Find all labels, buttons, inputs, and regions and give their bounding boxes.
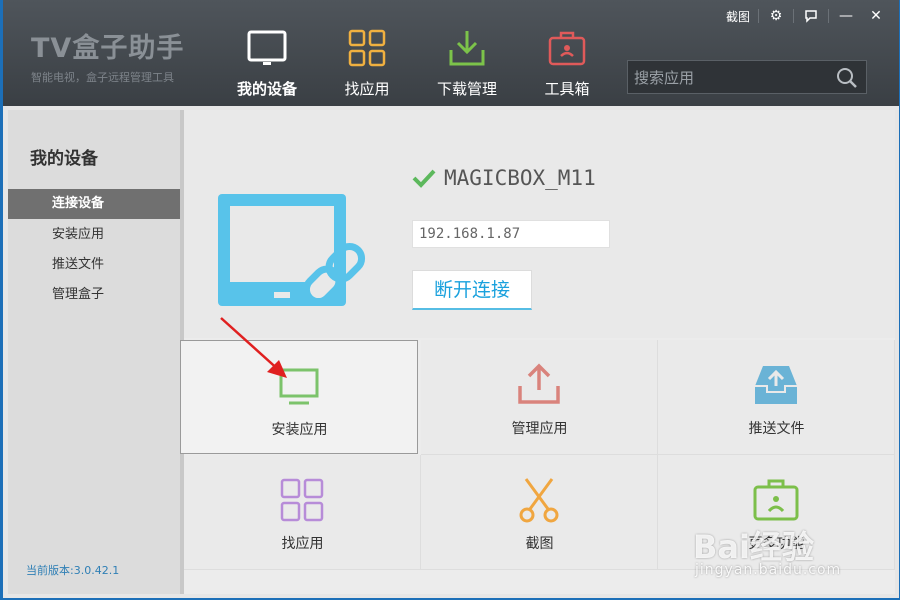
separator xyxy=(828,9,829,23)
annotation-arrow-icon xyxy=(220,317,287,378)
nav-find-apps[interactable]: 找应用 xyxy=(317,28,417,99)
sidebar-item-push-file[interactable]: 推送文件 xyxy=(8,250,180,280)
tile-label: 管理应用 xyxy=(511,421,568,437)
sidebar-item-connect-device[interactable]: 连接设备 xyxy=(8,189,180,219)
close-icon[interactable]: ✕ xyxy=(863,6,889,26)
sidebar: 我的设备 连接设备 安装应用 推送文件 管理盒子 当前版本:3.0.42.1 xyxy=(8,110,184,594)
device-name: MAGICBOX_M11 xyxy=(412,166,596,190)
nav-download-manager[interactable]: 下载管理 xyxy=(417,28,517,99)
baidu-watermark: Bai经验 jingyan.baidu.com xyxy=(693,518,893,598)
tile-manage-apps[interactable]: 管理应用 xyxy=(421,340,658,455)
inbox-upload-icon xyxy=(755,366,797,404)
sidebar-item-install-app[interactable]: 安装应用 xyxy=(8,220,180,250)
device-name-text: MAGICBOX_M11 xyxy=(444,166,596,190)
check-icon xyxy=(412,169,436,188)
tv-icon xyxy=(247,30,287,65)
device-ip: 192.168.1.87 xyxy=(412,220,610,248)
search-box xyxy=(627,60,867,94)
logo-subtitle: 智能电视，盒子远程管理工具 xyxy=(31,71,174,84)
feedback-icon[interactable] xyxy=(798,6,824,26)
disconnect-button[interactable]: 断开连接 xyxy=(412,270,532,310)
sidebar-title: 我的设备 xyxy=(30,149,98,169)
nav-toolbox[interactable]: 工具箱 xyxy=(517,28,617,99)
tile-screenshot[interactable]: 截图 xyxy=(421,455,658,570)
minimize-icon[interactable]: — xyxy=(833,6,859,26)
upload-icon xyxy=(518,363,560,404)
nav-label: 下载管理 xyxy=(436,80,497,98)
nav-label: 我的设备 xyxy=(236,80,297,98)
tile-find-apps[interactable]: 找应用 xyxy=(184,455,421,570)
toolbox-icon xyxy=(548,31,586,66)
tile-push-file[interactable]: 推送文件 xyxy=(658,340,895,455)
tile-label: 截图 xyxy=(525,536,554,552)
nav-my-devices[interactable]: 我的设备 xyxy=(217,28,317,99)
tile-label: 找应用 xyxy=(281,536,324,552)
scissors-icon xyxy=(519,478,559,523)
settings-gear-icon[interactable]: ⚙ xyxy=(763,6,789,26)
app-window: TV盒子助手 智能电视，盒子远程管理工具 我的设备 找应用 下载管理 工具箱 截… xyxy=(3,0,899,598)
apps-grid-icon xyxy=(348,29,386,67)
title-bar: TV盒子助手 智能电视，盒子远程管理工具 我的设备 找应用 下载管理 工具箱 截… xyxy=(3,0,899,106)
apps-grid-icon xyxy=(280,478,324,522)
download-icon xyxy=(449,31,485,66)
chat-bubble-icon xyxy=(805,10,817,23)
version-label: 当前版本:3.0.42.1 xyxy=(26,564,120,577)
logo-title: TV盒子助手 xyxy=(31,33,185,64)
tile-label: 安装应用 xyxy=(271,422,328,438)
screenshot-button[interactable]: 截图 xyxy=(722,8,754,25)
app-logo: TV盒子助手 智能电视，盒子远程管理工具 xyxy=(31,26,184,85)
device-panel: MAGICBOX_M11 192.168.1.87 断开连接 xyxy=(184,110,895,338)
search-icon[interactable] xyxy=(836,67,858,89)
tile-label: 推送文件 xyxy=(748,421,805,437)
connected-tv-icon xyxy=(218,194,366,306)
search-input[interactable] xyxy=(632,65,832,91)
nav-label: 找应用 xyxy=(344,80,390,98)
window-controls: 截图 ⚙ — ✕ xyxy=(722,6,889,26)
watermark-url: jingyan.baidu.com xyxy=(695,562,842,578)
separator xyxy=(758,9,759,23)
sidebar-item-manage-box[interactable]: 管理盒子 xyxy=(8,280,180,310)
separator xyxy=(793,9,794,23)
nav-label: 工具箱 xyxy=(544,80,590,98)
